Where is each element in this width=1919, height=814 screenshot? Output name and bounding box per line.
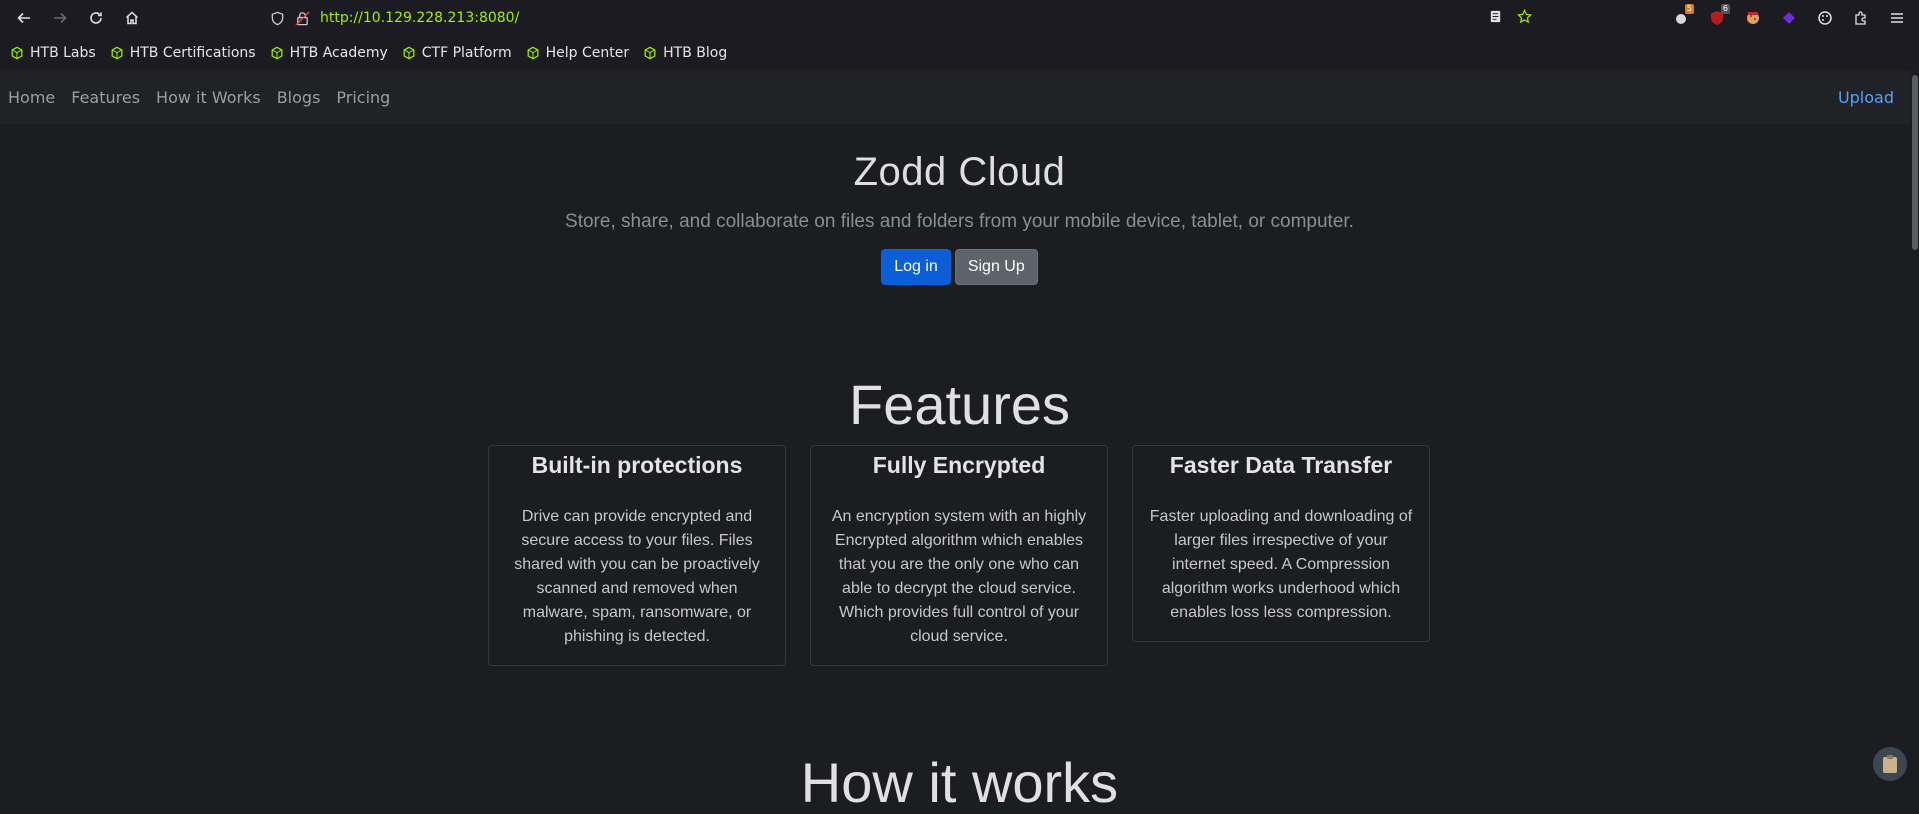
page-title: Zodd Cloud (853, 150, 1066, 194)
site-navbar: Home Features How it Works Blogs Pricing… (0, 70, 1910, 124)
nav-features[interactable]: Features (71, 88, 140, 107)
nav-upload[interactable]: Upload (1838, 88, 1894, 107)
bookmark-label: HTB Academy (289, 45, 388, 61)
browser-toolbar: http://10.129.228.213:8080/ 5 6 (0, 0, 1919, 36)
signup-button[interactable]: Sign Up (954, 249, 1038, 285)
back-icon[interactable] (6, 0, 42, 36)
hero-section: Zodd Cloud Store, share, and collaborate… (0, 124, 1919, 285)
bookmark-label: HTB Blog (663, 45, 728, 61)
menu-hamburger-icon[interactable] (1879, 0, 1915, 36)
insecure-lock-icon[interactable] (295, 10, 310, 26)
feature-card-title: Fully Encrypted (872, 452, 1046, 478)
bookmark-label: HTB Labs (30, 45, 96, 61)
url-scheme: http:// (320, 10, 363, 26)
feature-card: Fully Encrypted An encryption system wit… (810, 445, 1108, 666)
bookmark-ctf-platform[interactable]: CTF Platform (402, 45, 512, 61)
htb-cube-icon (644, 46, 656, 60)
url-port: :8080/ (474, 10, 520, 26)
hero-buttons: Log in Sign Up (0, 249, 1919, 285)
bookmark-htb-labs[interactable]: HTB Labs (10, 45, 96, 61)
features-heading: Features (849, 373, 1070, 436)
bookmark-label: Help Center (545, 45, 630, 61)
features-cards: Built-in protections Drive can provide e… (488, 445, 1430, 666)
bookmark-help-center[interactable]: Help Center (526, 45, 630, 61)
palette-icon[interactable] (1807, 0, 1843, 36)
hero-subtitle: Store, share, and collaborate on files a… (565, 211, 1354, 232)
bookmark-star-icon[interactable] (1517, 8, 1532, 28)
bookmark-htb-certifications[interactable]: HTB Certifications (110, 45, 256, 61)
feature-card: Built-in protections Drive can provide e… (488, 445, 786, 666)
extensions-puzzle-icon[interactable] (1843, 0, 1879, 36)
address-bar[interactable]: http://10.129.228.213:8080/ (270, 6, 1550, 30)
bookmark-htb-blog[interactable]: HTB Blog (643, 45, 727, 61)
nav-pricing[interactable]: Pricing (336, 88, 390, 107)
feature-card-text: An encryption system with an highly Encr… (831, 508, 1087, 645)
how-it-works-heading: How it works (800, 751, 1119, 814)
home-icon[interactable] (114, 0, 150, 36)
htb-cube-icon (403, 46, 415, 60)
feature-card: Faster Data Transfer Faster uploading an… (1132, 445, 1430, 642)
extension-icon-1[interactable]: 5 (1663, 0, 1699, 36)
shield-icon[interactable] (270, 11, 285, 26)
feature-card-text: Drive can provide encrypted and secure a… (514, 508, 760, 645)
scrollbar-thumb[interactable] (1912, 75, 1918, 250)
bookmarks-bar: HTB Labs HTB Certifications HTB Academy … (0, 36, 1919, 70)
url-host: 10.129.228.213 (362, 10, 475, 26)
wappalyzer-icon[interactable] (1771, 0, 1807, 36)
htb-cube-icon (111, 46, 123, 60)
extension-badge: 6 (1720, 4, 1730, 14)
feature-card-title: Built-in protections (531, 452, 743, 478)
htb-cube-icon (11, 46, 23, 60)
bookmark-htb-academy[interactable]: HTB Academy (270, 45, 388, 61)
clipboard-icon[interactable] (1873, 747, 1907, 781)
extension-badge: 5 (1684, 4, 1694, 14)
htb-cube-icon (527, 46, 539, 60)
reader-view-icon[interactable] (1488, 9, 1503, 28)
nav-home[interactable]: Home (8, 88, 55, 107)
feature-card-text: Faster uploading and downloading of larg… (1149, 508, 1413, 621)
feature-card-title: Faster Data Transfer (1169, 452, 1393, 478)
bookmark-label: CTF Platform (421, 45, 512, 61)
reload-icon[interactable] (78, 0, 114, 36)
ublock-icon[interactable]: 6 (1699, 0, 1735, 36)
cookie-editor-icon[interactable] (1735, 0, 1771, 36)
forward-icon[interactable] (42, 0, 78, 36)
nav-how-it-works[interactable]: How it Works (156, 88, 261, 107)
login-button[interactable]: Log in (881, 249, 951, 285)
htb-cube-icon (271, 46, 283, 60)
bookmark-label: HTB Certifications (129, 45, 256, 61)
nav-blogs[interactable]: Blogs (277, 88, 321, 107)
